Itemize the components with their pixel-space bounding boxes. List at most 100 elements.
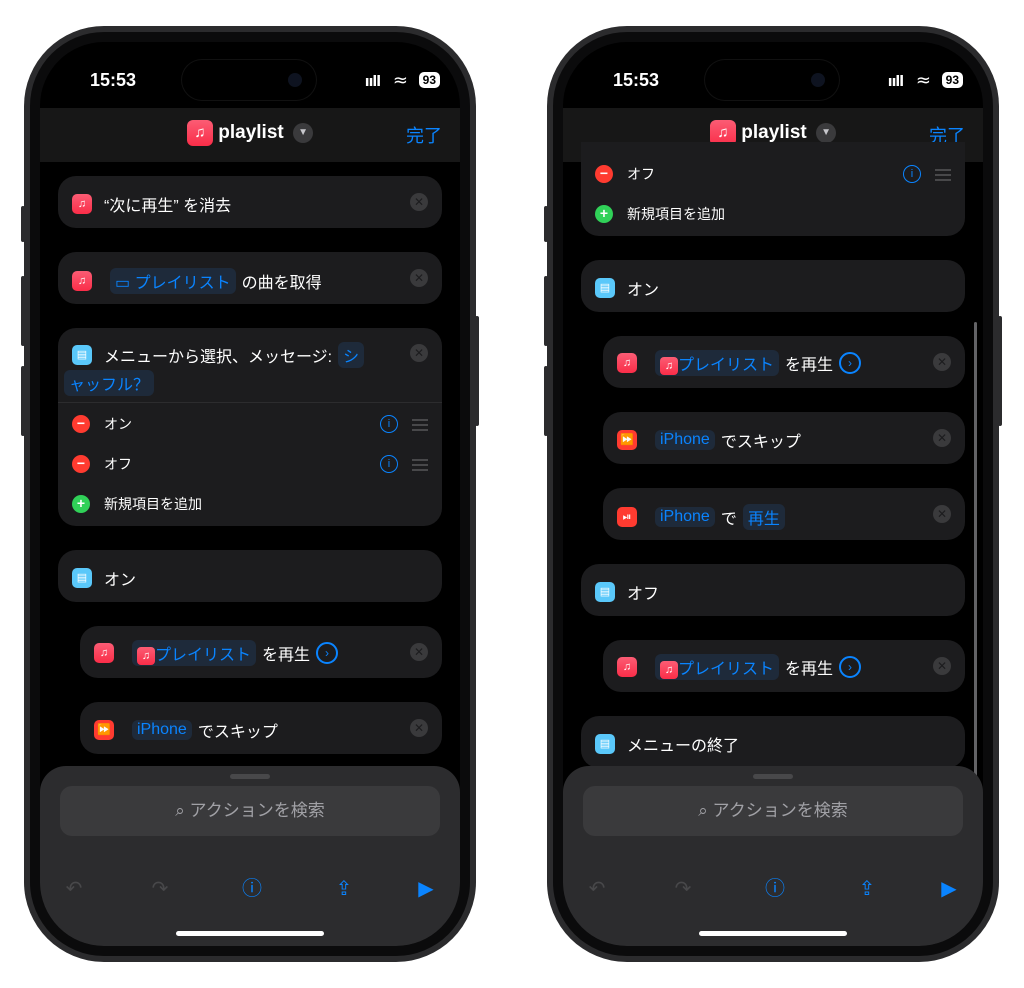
reorder-icon[interactable] — [935, 169, 951, 181]
reorder-icon[interactable] — [412, 459, 428, 471]
delete-icon[interactable]: ✕ — [410, 269, 428, 287]
menu-end[interactable]: ▤ メニューの終了 — [581, 716, 965, 768]
chevron-down-icon[interactable]: ▼ — [293, 123, 314, 143]
delete-icon[interactable]: ✕ — [410, 193, 428, 211]
delete-icon[interactable]: ✕ — [410, 344, 428, 362]
add-item-row[interactable]: + 新規項目を追加 — [581, 194, 965, 234]
reorder-icon[interactable] — [412, 419, 428, 431]
home-indicator[interactable] — [699, 931, 847, 936]
mode-variable[interactable]: 再生 — [742, 504, 785, 530]
run-icon[interactable]: ▶ — [935, 874, 963, 902]
home-indicator[interactable] — [176, 931, 324, 936]
menu-case-on[interactable]: ▤ オン — [58, 550, 442, 602]
search-icon: ⌕ — [175, 801, 185, 820]
action-label: メニューから選択、メッセージ: — [104, 349, 333, 366]
expand-icon[interactable]: › — [839, 656, 862, 678]
share-icon[interactable]: ⇪ — [330, 874, 358, 902]
expand-icon[interactable]: › — [316, 642, 339, 664]
action-clear-up-next[interactable]: ♫ “次に再生” を消去 ✕ — [58, 176, 442, 228]
music-icon: ♫ — [186, 120, 213, 146]
info-icon[interactable]: i — [380, 415, 398, 433]
playlist-variable[interactable]: ▭ プレイリスト — [110, 268, 236, 294]
sheet-grabber[interactable] — [753, 774, 793, 779]
status-bar: 15:53 ııll ≈ 93 — [40, 60, 460, 104]
delete-icon[interactable]: ✕ — [933, 353, 951, 371]
redo-icon[interactable]: ↷ — [669, 874, 697, 902]
toolbar: ↶ ↷ ⓘ ⇪ ▶ — [40, 874, 460, 914]
prompt-param[interactable]: シ — [338, 342, 365, 368]
add-icon[interactable]: + — [72, 495, 90, 513]
action-skip[interactable]: ⏩ iPhone でスキップ ✕ — [80, 702, 442, 754]
skip-forward-icon: ⏩ — [94, 720, 114, 740]
menu-item-off[interactable]: − オフ i — [581, 154, 965, 194]
delete-icon[interactable]: ✕ — [410, 719, 428, 737]
delete-icon[interactable]: ✕ — [933, 657, 951, 675]
side-button — [544, 206, 548, 242]
device-variable[interactable]: iPhone — [655, 430, 715, 450]
music-icon: ♫ — [617, 353, 637, 373]
playlist-variable[interactable]: ♫ プレイリスト — [655, 350, 780, 376]
delete-icon[interactable]: ✕ — [933, 505, 951, 523]
menu-item-on[interactable]: − オン i — [58, 404, 442, 444]
battery-indicator: 93 — [941, 72, 963, 88]
info-icon[interactable]: i — [903, 165, 921, 183]
action-play-playlist[interactable]: ♫ ♫ プレイリスト を再生 › ✕ — [603, 336, 965, 388]
remove-icon[interactable]: − — [72, 455, 90, 473]
action-play-pause[interactable]: ⏯ iPhone で 再生 ✕ — [603, 488, 965, 540]
undo-icon[interactable]: ↶ — [60, 874, 88, 902]
shortcut-name: playlist — [218, 122, 284, 144]
action-play-playlist[interactable]: ♫ ♫ プレイリスト を再生 › ✕ — [603, 640, 965, 692]
power-button — [998, 316, 1002, 426]
delete-icon[interactable]: ✕ — [933, 429, 951, 447]
chevron-down-icon[interactable]: ▼ — [816, 123, 837, 143]
power-button — [475, 316, 479, 426]
device-variable[interactable]: iPhone — [132, 720, 192, 740]
shortcut-title[interactable]: ♫ playlist ▼ — [40, 120, 460, 146]
scrollbar[interactable] — [974, 322, 977, 782]
search-input[interactable]: ⌕ アクションを検索 — [60, 786, 440, 836]
volume-down-button — [544, 366, 548, 436]
menu-case-off[interactable]: ▤ オフ — [581, 564, 965, 616]
sheet-grabber[interactable] — [230, 774, 270, 779]
info-icon[interactable]: ⓘ — [761, 874, 789, 902]
remove-icon[interactable]: − — [595, 165, 613, 183]
status-time: 15:53 — [613, 70, 660, 90]
expand-icon[interactable]: › — [839, 352, 862, 374]
search-input[interactable]: ⌕ アクションを検索 — [583, 786, 963, 836]
volume-down-button — [21, 366, 25, 436]
menu-case-on[interactable]: ▤ オン — [581, 260, 965, 312]
wifi-icon: ≈ — [915, 70, 931, 91]
undo-icon[interactable]: ↶ — [583, 874, 611, 902]
action-choose-from-menu[interactable]: ▤ メニューから選択、メッセージ: シ ャッフル？ ✕ − オン i − オフ … — [58, 328, 442, 526]
device-variable[interactable]: iPhone — [655, 507, 715, 527]
skip-forward-icon: ⏩ — [617, 430, 637, 450]
status-bar: 15:53 ııll ≈ 93 — [563, 60, 983, 104]
nav-bar: ♫ playlist ▼ 完了 — [40, 108, 460, 162]
info-icon[interactable]: i — [380, 455, 398, 473]
delete-icon[interactable]: ✕ — [410, 643, 428, 661]
search-icon: ⌕ — [698, 801, 708, 820]
info-icon[interactable]: ⓘ — [238, 874, 266, 902]
action-play-playlist[interactable]: ♫ ♫ プレイリスト を再生 › ✕ — [80, 626, 442, 678]
action-label: “次に再生” を消去 — [104, 198, 232, 215]
action-choose-from-menu[interactable]: − オフ i + 新規項目を追加 — [581, 142, 965, 236]
signal-icon: ııll — [887, 74, 904, 90]
prompt-param-cont[interactable]: ャッフル？ — [64, 370, 155, 396]
share-icon[interactable]: ⇪ — [853, 874, 881, 902]
side-button — [21, 206, 25, 242]
screen-left: 15:53 ııll ≈ 93 ♫ playlist ▼ 完了 ♫ “次に再生”… — [40, 42, 460, 946]
action-get-songs[interactable]: ♫ ▭ プレイリスト の曲を取得 ✕ — [58, 252, 442, 304]
playlist-variable[interactable]: ♫ プレイリスト — [132, 640, 257, 666]
action-label: の曲を取得 — [241, 275, 322, 292]
redo-icon[interactable]: ↷ — [146, 874, 174, 902]
add-icon[interactable]: + — [595, 205, 613, 223]
playlist-variable[interactable]: ♫ プレイリスト — [655, 654, 780, 680]
menu-icon: ▤ — [72, 568, 92, 588]
add-item-row[interactable]: + 新規項目を追加 — [58, 484, 442, 524]
remove-icon[interactable]: − — [72, 415, 90, 433]
done-button[interactable]: 完了 — [406, 122, 442, 148]
run-icon[interactable]: ▶ — [412, 874, 440, 902]
menu-item-off[interactable]: − オフ i — [58, 444, 442, 484]
action-skip[interactable]: ⏩ iPhone でスキップ ✕ — [603, 412, 965, 464]
play-pause-icon: ⏯ — [617, 507, 637, 527]
